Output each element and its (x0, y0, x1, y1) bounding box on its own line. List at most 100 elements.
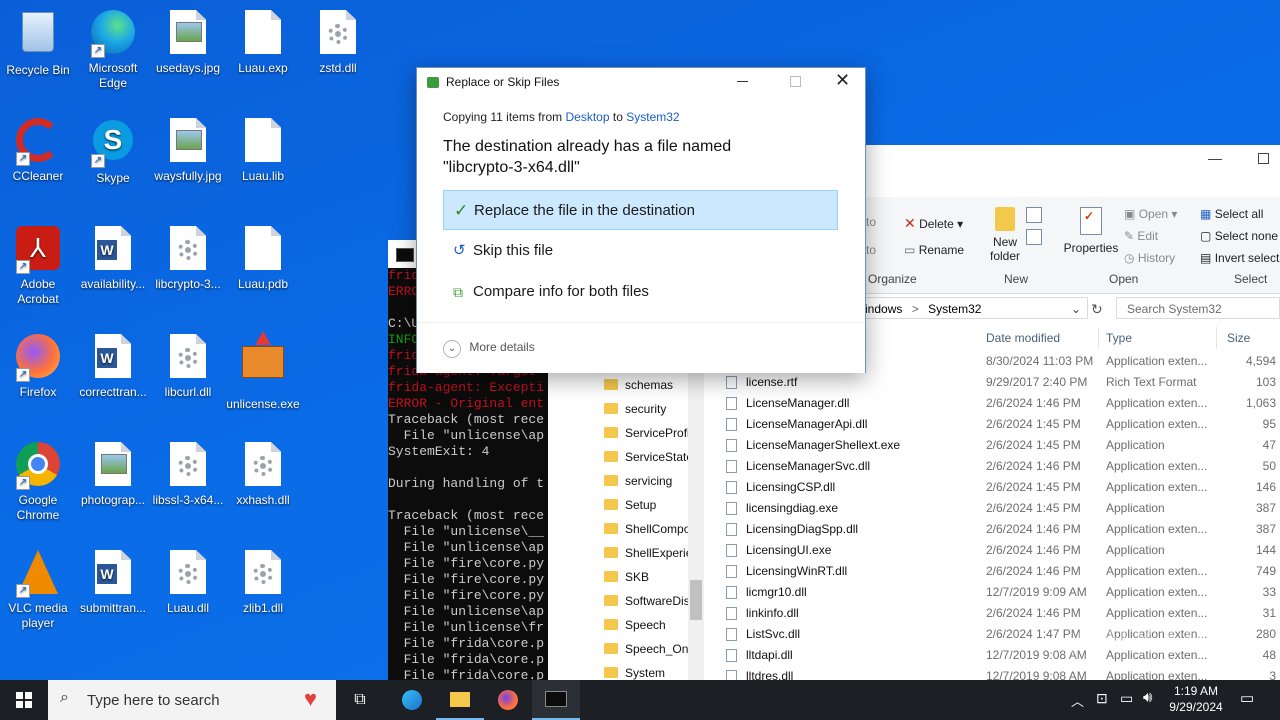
column-type[interactable]: Type (1106, 331, 1132, 345)
new-folder-button[interactable]: New folder (988, 207, 1022, 263)
delete-button[interactable]: ✕ Delete ▾ (904, 215, 963, 232)
taskbar-cmd[interactable] (532, 680, 580, 720)
desktop-icon-unlicense-exe[interactable]: unlicense.exe (225, 331, 301, 412)
desktop-icon-usedays-jpg[interactable]: usedays.jpg (150, 8, 226, 76)
network-icon[interactable]: ⊡ (1096, 690, 1108, 707)
compare-files-option[interactable]: ⧉ Compare info for both files (443, 272, 838, 312)
refresh-icon[interactable]: ↻ (1091, 301, 1103, 318)
desktop-icon-ccleaner[interactable]: ↗ CCleaner (0, 116, 76, 184)
desktop-icon-skype[interactable]: S ↗ Skype (75, 116, 151, 186)
desktop-icon-firefox[interactable]: ↗ Firefox (0, 332, 76, 400)
desktop-icon-adobe-acrobat[interactable]: ⅄ ↗ Adobe Acrobat (0, 224, 76, 307)
file-row[interactable]: LicenseManagerApi.dll 2/6/2024 1:45 PM App… (720, 414, 1280, 435)
desktop-icon-zstd-dll[interactable]: zstd.dll (300, 8, 376, 76)
properties-button[interactable]: ✓ Properties (1062, 207, 1120, 255)
taskbar-edge[interactable] (388, 680, 436, 720)
rename-button[interactable]: ▭ Rename (904, 243, 964, 257)
maximize-icon[interactable] (1258, 153, 1269, 164)
nav-folder-item[interactable]: schemas (604, 373, 673, 397)
close-icon[interactable]: ✕ (835, 70, 850, 91)
desktop-icon-zlib1-dll[interactable]: zlib1.dll (225, 548, 301, 616)
battery-icon[interactable]: ▭ (1120, 690, 1133, 707)
desktop-icon-availability[interactable]: Wavailability... (75, 224, 151, 292)
taskbar-search-box[interactable]: ⌕ Type here to search ♥ (48, 680, 336, 720)
easy-access-icon[interactable] (1026, 229, 1042, 245)
desktop-icon-libcurl-dll[interactable]: libcurl.dll (150, 332, 226, 400)
source-link[interactable]: Desktop (566, 110, 610, 124)
file-row[interactable]: LicensingCSP.dll 2/6/2024 1:45 PM Applicat… (720, 477, 1280, 498)
desktop-icon-waysfully-jpg[interactable]: waysfully.jpg (150, 116, 226, 184)
file-row[interactable]: licmgr10.dll 12/7/2019 9:09 AM Application… (720, 582, 1280, 603)
nav-scroll-thumb[interactable] (690, 580, 702, 620)
file-row[interactable]: LicensingDiagSpp.dll 2/6/2024 1:46 PM Appl… (720, 519, 1280, 540)
nav-folder-item[interactable]: ShellCompo (604, 517, 690, 541)
file-row[interactable]: LicensingWinRT.dll 2/6/2024 1:46 PM Applic… (720, 561, 1280, 582)
skip-file-option[interactable]: ↺ Skip this file (443, 231, 838, 271)
desktop-icon-vlc-media-player[interactable]: ↗ VLC media player (0, 548, 76, 631)
nav-folder-item[interactable]: System (604, 661, 665, 680)
breadcrumb-system32[interactable]: System32 (928, 302, 981, 316)
file-row[interactable]: LicensingUI.exe 2/6/2024 1:46 PM Applicati… (720, 540, 1280, 561)
open-button[interactable]: ▣ Open ▾ (1124, 207, 1177, 221)
desktop-icon-libcrypto-3[interactable]: libcrypto-3... (150, 224, 226, 292)
desktop-icon-luau-pdb[interactable]: Luau.pdb (225, 224, 301, 292)
desktop-icon-luau-exp[interactable]: Luau.exp (225, 8, 301, 76)
search-input[interactable]: Search System32 (1116, 297, 1280, 319)
history-button[interactable]: ◷ History (1124, 251, 1175, 265)
desktop-icon-label: Microsoft Edge (88, 61, 138, 90)
desktop-icon-google-chrome[interactable]: ↗ Google Chrome (0, 440, 76, 523)
new-item-icon[interactable] (1026, 207, 1042, 223)
nav-folder-item[interactable]: ShellExperie (604, 541, 692, 565)
file-row[interactable]: LicenseManagerSvc.dll 2/6/2024 1:46 PM App… (720, 456, 1280, 477)
move-to-button[interactable]: to (866, 215, 876, 229)
edit-button[interactable]: ✎ Edit (1124, 229, 1158, 243)
search-icon: ⌕ (60, 689, 69, 706)
invert-selection-button[interactable]: ▤ Invert select (1200, 251, 1279, 265)
clock[interactable]: 1:19 AM 9/29/2024 (1160, 683, 1232, 715)
file-row[interactable]: licensingdiag.exe 2/6/2024 1:45 PM Applica… (720, 498, 1280, 519)
nav-folder-item[interactable]: Speech_One (604, 637, 695, 661)
desktop-icon-luau-lib[interactable]: Luau.lib (225, 116, 301, 184)
minimize-icon[interactable] (737, 81, 748, 82)
file-row[interactable]: license.rtf 9/29/2017 2:40 PM Rich Text Fo… (720, 372, 1280, 393)
start-button[interactable] (0, 680, 48, 720)
task-view-button[interactable]: ⧉ (336, 680, 384, 720)
nav-folder-item[interactable]: servicing (604, 469, 672, 493)
copy-to-button[interactable]: to (866, 243, 876, 257)
chevron-down-icon[interactable]: ⌄ (1071, 298, 1081, 320)
more-details-toggle[interactable]: ⌄ More details (443, 340, 535, 358)
nav-folder-item[interactable]: Setup (604, 493, 656, 517)
nav-folder-item[interactable]: security (604, 397, 666, 421)
select-all-button[interactable]: ▦ Select all (1200, 207, 1263, 221)
nav-folder-item[interactable]: ServiceState (604, 445, 693, 469)
notification-icon[interactable]: ▭ (1240, 689, 1254, 707)
desktop-icon-correcttran[interactable]: Wcorrecttran... (75, 332, 151, 400)
select-none-button[interactable]: ▢ Select none (1200, 229, 1278, 243)
replace-or-skip-dialog[interactable]: Replace or Skip Files ✕ Copying 11 items… (416, 67, 866, 373)
file-row[interactable]: lltdres.dll 12/7/2019 9:08 AM Application … (720, 666, 1280, 680)
desktop-icon-libssl-3-x64[interactable]: libssl-3-x64... (150, 440, 226, 508)
column-size[interactable]: Size (1227, 331, 1250, 345)
taskbar-firefox[interactable] (484, 680, 532, 720)
volume-icon[interactable]: 🔊︎ (1143, 689, 1152, 706)
nav-folder-item[interactable]: SoftwareDis (604, 589, 690, 613)
file-row[interactable]: LicenseManagerShellext.exe 2/6/2024 1:45 … (720, 435, 1280, 456)
nav-folder-item[interactable]: SKB (604, 565, 649, 589)
taskbar-file-explorer[interactable] (436, 680, 484, 720)
desktop-icon-luau-dll[interactable]: Luau.dll (150, 548, 226, 616)
nav-folder-item[interactable]: Speech (604, 613, 666, 637)
file-row[interactable]: LicenseManager.dll 2/6/2024 1:46 PM Applic… (720, 393, 1280, 414)
desktop-icon-photograp[interactable]: photograp... (75, 440, 151, 508)
desktop-icon-submittran[interactable]: Wsubmittran... (75, 548, 151, 616)
chevron-up-icon[interactable]: ︿ (1071, 691, 1084, 710)
desktop-icon-recycle-bin[interactable]: Recycle Bin (0, 8, 76, 78)
column-date-modified[interactable]: Date modified (986, 331, 1060, 345)
desktop-icon-xxhash-dll[interactable]: xxhash.dll (225, 440, 301, 508)
destination-link[interactable]: System32 (626, 110, 679, 124)
nav-folder-item[interactable]: ServiceProfi (604, 421, 690, 445)
nav-scrollbar[interactable] (688, 365, 704, 680)
replace-file-option[interactable]: ✓ Replace the file in the destination (443, 190, 838, 230)
minimize-icon[interactable] (1208, 159, 1222, 160)
address-bar[interactable]: indows > System32 ⌄ (858, 297, 1088, 319)
desktop-icon-microsoft-edge[interactable]: ↗ Microsoft Edge (75, 8, 151, 91)
